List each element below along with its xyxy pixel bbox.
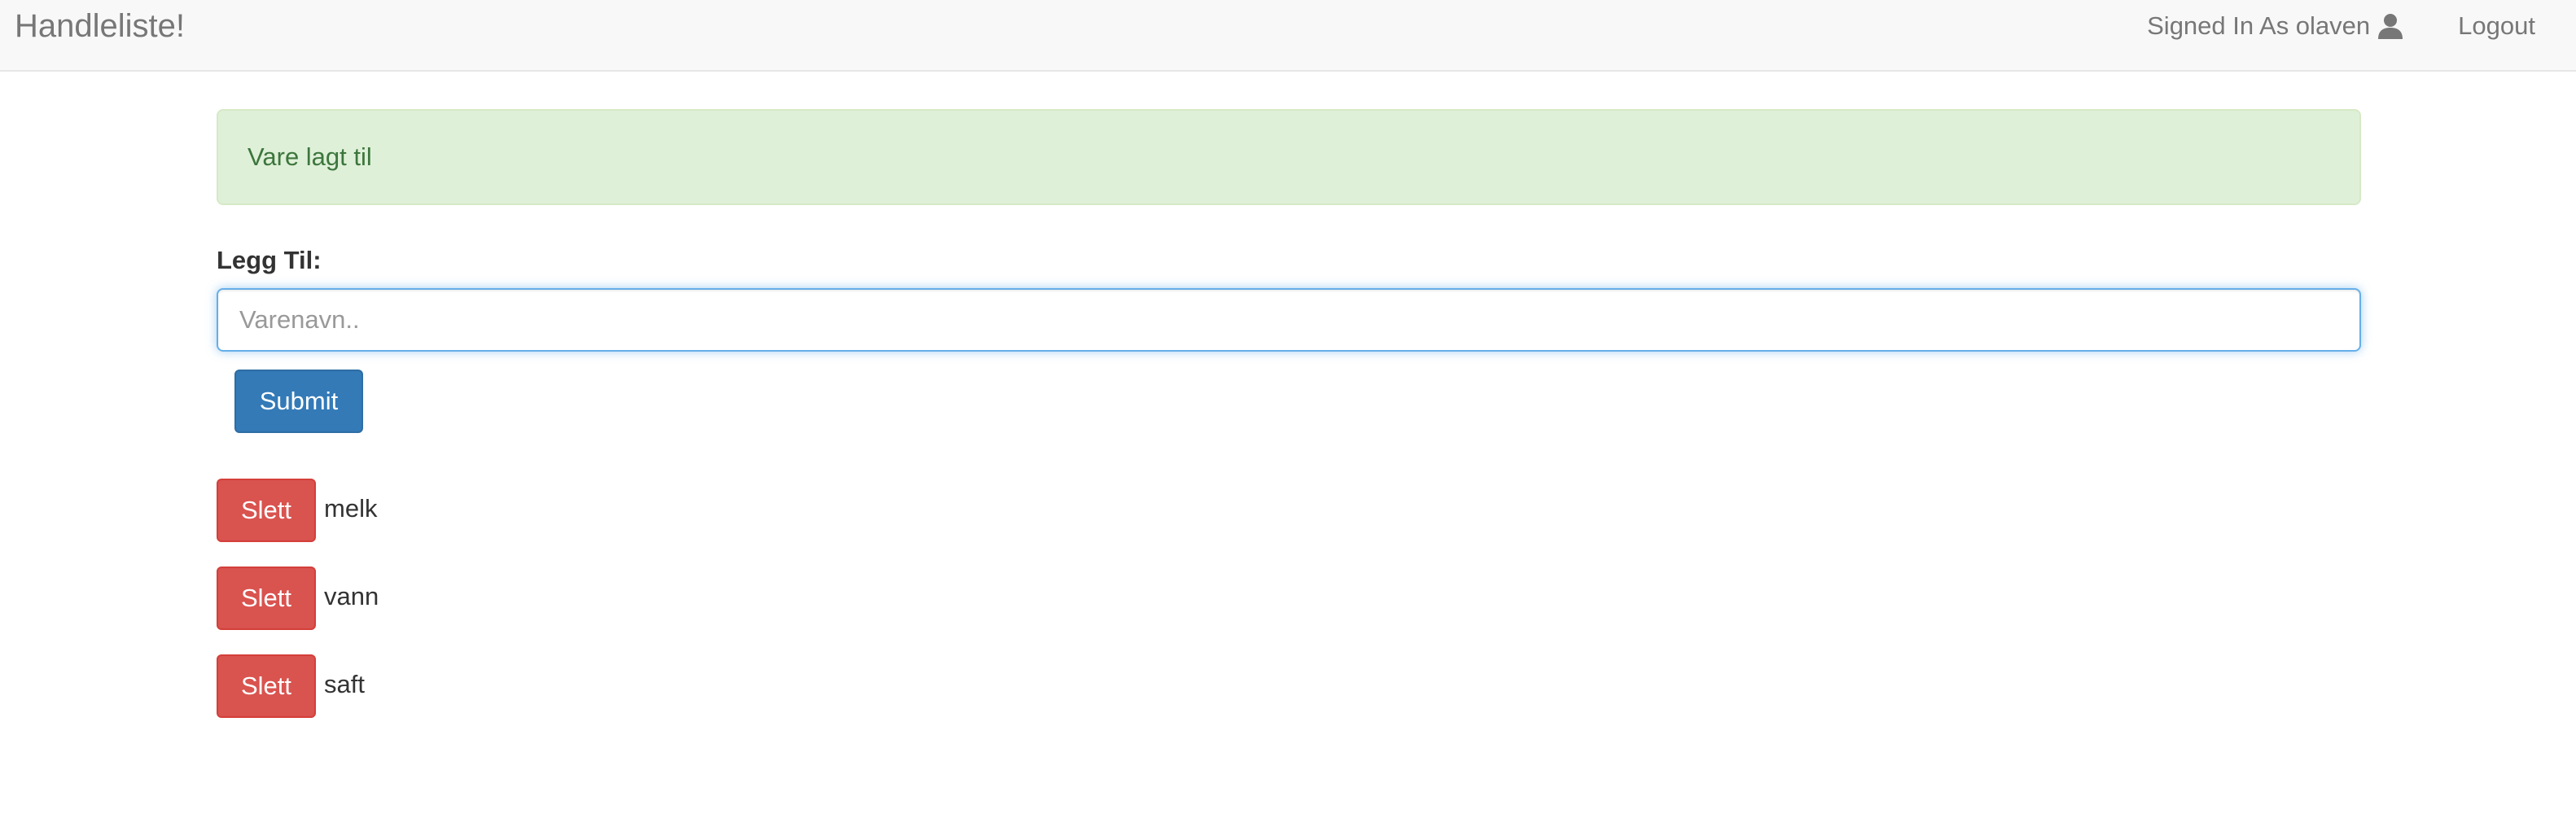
item-name: melk xyxy=(324,494,378,523)
add-item-form: Legg Til: Submit xyxy=(217,244,2361,433)
navbar: Handleliste! Signed In As olaven Logout xyxy=(0,0,2576,72)
add-item-label: Legg Til: xyxy=(217,246,322,274)
success-alert: Vare lagt til xyxy=(217,109,2361,205)
user-icon xyxy=(2377,12,2404,40)
list-item: Slett saft xyxy=(217,654,2361,718)
signed-in-status: Signed In As olaven xyxy=(2147,11,2404,41)
submit-button[interactable]: Submit xyxy=(234,370,363,433)
delete-button[interactable]: Slett xyxy=(217,654,316,718)
signed-in-text: Signed In As olaven xyxy=(2147,11,2371,40)
navbar-right: Signed In As olaven Logout xyxy=(2147,8,2576,44)
logout-link[interactable]: Logout xyxy=(2458,11,2535,41)
delete-button[interactable]: Slett xyxy=(217,567,316,630)
list-item: Slett melk xyxy=(217,479,2361,542)
list-item: Slett vann xyxy=(217,567,2361,630)
alert-message: Vare lagt til xyxy=(248,142,372,171)
item-name-input[interactable] xyxy=(217,288,2361,352)
delete-button[interactable]: Slett xyxy=(217,479,316,542)
main-container: Vare lagt til Legg Til: Submit Slett mel… xyxy=(217,109,2361,742)
brand-link[interactable]: Handleliste! xyxy=(15,7,185,46)
item-name: saft xyxy=(324,670,365,698)
item-name: vann xyxy=(324,582,379,610)
item-list: Slett melk Slett vann Slett saft xyxy=(217,479,2361,718)
